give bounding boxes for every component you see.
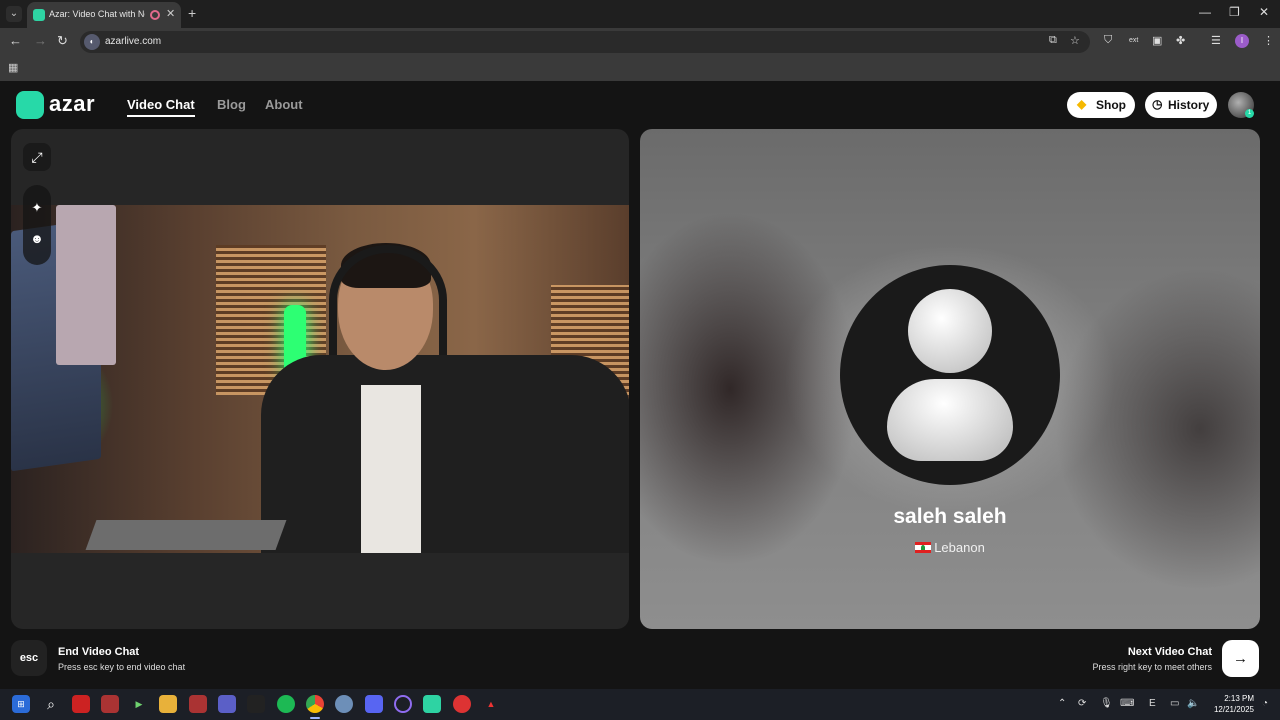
history-label: History — [1168, 98, 1210, 112]
tray-overflow-icon[interactable]: ⌃ — [1058, 698, 1066, 709]
keyboard — [85, 520, 287, 550]
extension-icon[interactable]: ext — [1129, 37, 1138, 44]
headphones — [329, 245, 447, 355]
clock-icon: ◷ — [1152, 97, 1163, 111]
app-store-icon[interactable] — [101, 695, 119, 713]
network-icon[interactable]: ▭ — [1170, 698, 1179, 709]
person-shirt — [361, 385, 421, 553]
chrome-icon[interactable] — [306, 695, 324, 713]
terminal-icon[interactable] — [247, 695, 265, 713]
app-triangle-icon[interactable]: ▲ — [482, 695, 500, 713]
shield-icon[interactable]: ⛉ — [1104, 34, 1112, 47]
azar-logo-icon[interactable] — [16, 91, 44, 119]
star-icon[interactable]: ☆ — [1070, 34, 1080, 47]
tab-title: Azar: Video Chat with New — [49, 9, 145, 19]
remote-avatar-body-icon — [887, 379, 1013, 461]
shop-label: Shop — [1096, 98, 1126, 112]
windows-taskbar: ⊞ ⌕ ▶ ▲ ⌃ ⟳ 🎙 ⌨ E ▭ 🔈 2:13 PM 12/21/2025… — [0, 689, 1280, 720]
expand-icon[interactable]: ⤢ — [23, 143, 51, 171]
recording-indicator-icon — [150, 10, 160, 20]
sync-icon[interactable]: ⟳ — [1078, 698, 1086, 709]
next-chat-button[interactable]: → — [1222, 640, 1259, 677]
profile-avatar[interactable]: I — [1235, 34, 1249, 48]
notification-badge: 1 — [1245, 109, 1254, 118]
end-chat-button[interactable]: esc — [11, 640, 47, 676]
remote-avatar-head-icon — [908, 289, 992, 373]
remote-video-panel: saleh saleh Lebanon — [640, 129, 1260, 629]
clock-time: 2:13 PM — [1224, 694, 1254, 703]
puzzle-icon[interactable]: ✤ — [1176, 34, 1185, 47]
back-icon[interactable]: ← — [9, 33, 22, 48]
local-camera-feed — [11, 205, 629, 553]
end-chat-hint: Press esc key to end video chat — [58, 662, 186, 672]
new-tab-button[interactable]: + — [188, 5, 196, 21]
app-red-icon[interactable] — [72, 695, 90, 713]
address-bar[interactable]: ◐ azarlive.com — [80, 31, 1090, 53]
nav-about[interactable]: About — [265, 97, 303, 112]
reload-icon[interactable]: ↻ — [57, 33, 68, 49]
face-filter-icon[interactable]: ☻ — [23, 231, 51, 246]
lebanon-flag-icon — [915, 542, 932, 553]
app-circle-icon[interactable] — [394, 695, 412, 713]
next-chat-title: Next Video Chat — [1127, 646, 1212, 658]
azar-favicon-icon — [33, 9, 45, 21]
teams-icon[interactable] — [218, 695, 236, 713]
app-red-circle-icon[interactable] — [453, 695, 471, 713]
install-icon[interactable]: ⧉ — [1049, 34, 1057, 47]
nav-video-chat[interactable]: Video Chat — [127, 97, 195, 112]
discord-icon[interactable] — [365, 695, 383, 713]
settings-icon[interactable] — [335, 695, 353, 713]
chrome-active-indicator — [310, 717, 320, 719]
start-menu-icon[interactable]: ⊞ — [12, 695, 30, 713]
history-button[interactable]: ◷ History — [1145, 92, 1217, 118]
language-indicator[interactable]: E — [1149, 698, 1156, 709]
microphone-icon[interactable]: 🎙 — [1100, 698, 1113, 709]
close-window-button[interactable]: ✕ — [1259, 5, 1269, 19]
taskbar-clock[interactable]: 2:13 PM 12/21/2025 — [1206, 693, 1254, 715]
more-icon[interactable]: ⋮ — [1263, 34, 1274, 47]
end-chat-title: End Video Chat — [58, 646, 140, 658]
volume-icon[interactable]: 🔈 — [1187, 698, 1199, 709]
next-chat-hint: Press right key to meet others — [1092, 662, 1212, 672]
notification-icon[interactable]: ◔ — [1262, 698, 1268, 709]
shop-button[interactable]: ◆ Shop — [1067, 92, 1135, 118]
spotify-icon[interactable] — [277, 695, 295, 713]
site-info-icon[interactable]: ◐ — [84, 34, 100, 50]
browser-tab-active[interactable]: Azar: Video Chat with New ✕ — [27, 2, 181, 28]
azar-app-icon[interactable] — [423, 695, 441, 713]
play-icon[interactable]: ▶ — [130, 695, 148, 713]
search-icon[interactable]: ⌕ — [42, 695, 60, 713]
remote-user-name: saleh saleh — [893, 505, 1007, 528]
minimize-button[interactable]: — — [1199, 5, 1211, 19]
remote-country: Lebanon — [640, 540, 1260, 555]
tab-search-icon[interactable]: ⌄ — [6, 6, 22, 22]
file-explorer-icon[interactable] — [159, 695, 177, 713]
monitor-right — [56, 205, 116, 365]
reading-list-icon[interactable]: ☰ — [1211, 34, 1221, 47]
nav-active-underline — [127, 115, 195, 117]
effects-toolbar: ✦ ☻ — [23, 185, 51, 265]
person-torso — [261, 355, 629, 553]
url-text: azarlive.com — [105, 36, 162, 47]
bookmarks-bar: ▦ — [0, 56, 1280, 81]
browser-tabstrip: ⌄ Azar: Video Chat with New ✕ + — ❐ ✕ — [0, 0, 1280, 28]
sparkle-effects-icon[interactable]: ✦ — [23, 200, 51, 216]
keyboard-icon[interactable]: ⌨ — [1120, 698, 1134, 709]
tab-close-icon[interactable]: ✕ — [166, 7, 175, 20]
apps-grid-icon[interactable]: ▦ — [8, 61, 18, 74]
browser-toolbar: ← → ↻ ◐ azarlive.com ⧉ ☆ ⛉ ext ▣ ✤ ☰ I ⋮ — [0, 28, 1280, 56]
azar-page: azar Video Chat Blog About ◆ Shop ◷ Hist… — [0, 81, 1280, 689]
app-store-2-icon[interactable] — [189, 695, 207, 713]
brand-name[interactable]: azar — [49, 91, 95, 117]
gem-icon: ◆ — [1077, 97, 1087, 111]
remote-country-name: Lebanon — [934, 540, 985, 555]
nav-blog[interactable]: Blog — [217, 97, 246, 112]
forward-icon[interactable]: → — [34, 33, 47, 48]
clock-date: 12/21/2025 — [1213, 705, 1254, 714]
local-video-panel: ⤢ ✦ ☻ — [11, 129, 629, 629]
media-icon[interactable]: ▣ — [1152, 34, 1162, 47]
maximize-button[interactable]: ❐ — [1229, 5, 1240, 19]
